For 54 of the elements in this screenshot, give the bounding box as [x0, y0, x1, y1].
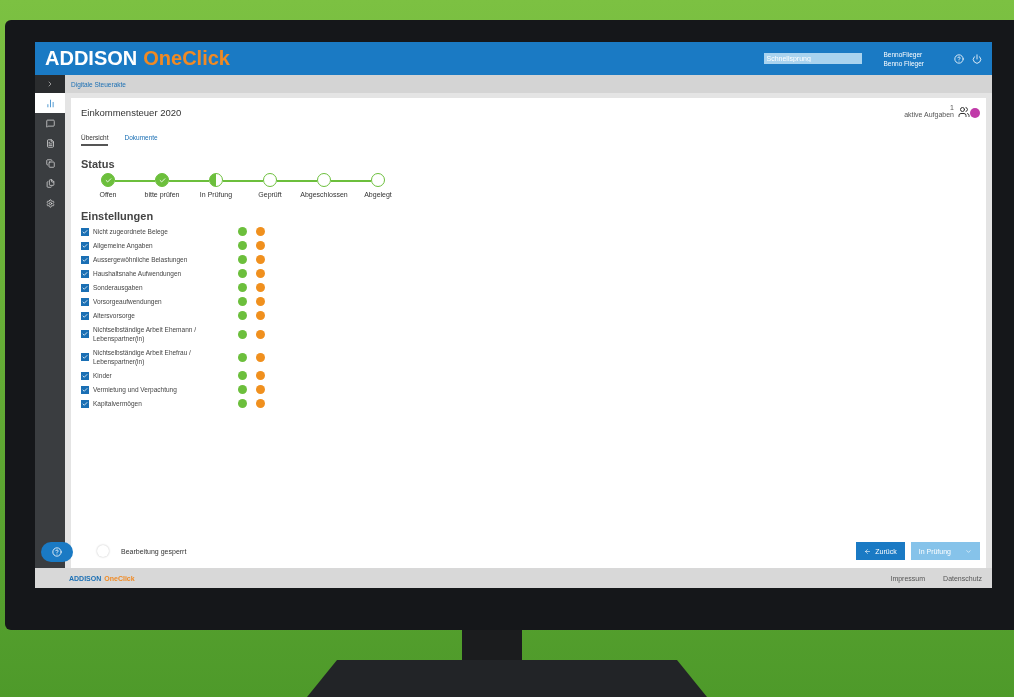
files-icon[interactable] — [45, 178, 55, 188]
status-dot — [256, 255, 265, 264]
status-dot — [256, 329, 265, 339]
status-dot — [238, 241, 247, 250]
chevron-icon[interactable] — [46, 80, 54, 88]
status-dot — [256, 269, 265, 278]
status-dot — [256, 371, 265, 380]
chart-icon[interactable] — [45, 98, 55, 108]
settings-icon[interactable] — [45, 198, 55, 208]
chat-icon[interactable] — [45, 118, 55, 128]
status-dot — [256, 352, 265, 362]
status-dot — [256, 297, 265, 306]
checkbox[interactable] — [81, 330, 89, 338]
caret-icon — [965, 547, 972, 555]
checkbox[interactable] — [81, 283, 89, 292]
copy-icon[interactable] — [45, 158, 55, 168]
status-dot — [238, 385, 247, 394]
status-dot — [238, 283, 247, 292]
status-dot — [238, 297, 247, 306]
status-dot — [256, 399, 265, 408]
status-dot — [238, 227, 247, 236]
status-dot — [238, 399, 247, 408]
status-dot — [256, 227, 265, 236]
status-dot — [256, 385, 265, 394]
help-icon — [52, 547, 62, 557]
logo: ADDISON OneClick — [45, 47, 230, 70]
status-dot — [238, 255, 247, 264]
arrow-left-icon — [864, 547, 872, 555]
status-dot — [256, 283, 265, 292]
checkbox[interactable] — [81, 371, 89, 380]
checkbox[interactable] — [81, 255, 89, 264]
power-icon[interactable] — [972, 53, 982, 64]
checkbox[interactable] — [81, 385, 89, 394]
status-dot — [256, 241, 265, 250]
status-dot — [238, 311, 247, 320]
checkbox[interactable] — [81, 399, 89, 408]
checkbox[interactable] — [81, 241, 89, 250]
status-dot — [238, 371, 247, 380]
status-heading: Status — [81, 158, 116, 170]
document-icon[interactable] — [45, 138, 55, 148]
status-dot — [238, 329, 247, 339]
help-button[interactable] — [41, 542, 73, 562]
page-title: Einkommensteuer 2020 — [81, 107, 182, 118]
status-dot — [238, 269, 247, 278]
status-dot — [256, 311, 265, 320]
checkbox[interactable] — [81, 353, 89, 361]
settings-heading: Einstellungen — [81, 210, 155, 222]
help-icon[interactable] — [954, 53, 964, 64]
users-icon[interactable] — [958, 104, 980, 118]
checkbox[interactable] — [81, 269, 89, 278]
checkbox[interactable] — [81, 311, 89, 320]
checkbox[interactable] — [81, 227, 89, 236]
checkbox[interactable] — [81, 297, 89, 306]
status-dot — [238, 352, 247, 362]
